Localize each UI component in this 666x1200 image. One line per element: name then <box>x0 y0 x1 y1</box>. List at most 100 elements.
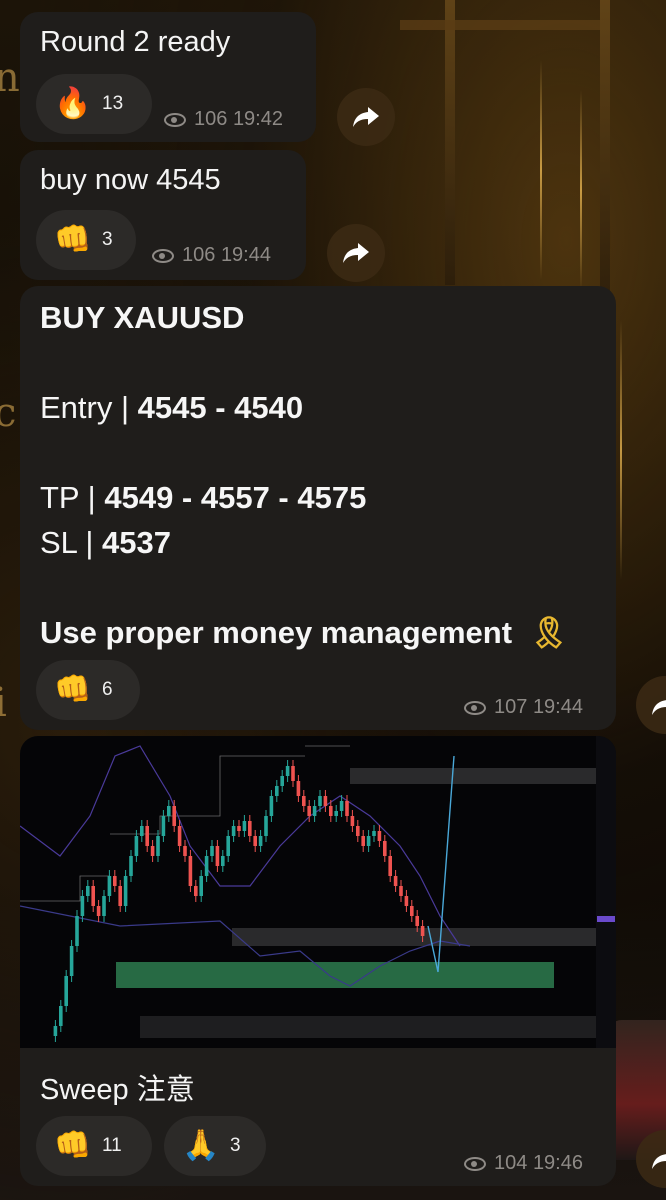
fist-icon: 👊 <box>54 223 92 256</box>
candle-body <box>64 976 68 1006</box>
reaction-button[interactable]: 👊 6 <box>36 660 140 720</box>
entry-line: Entry | 4545 - 4540 <box>40 390 303 426</box>
message-bubble[interactable]: buy now 4545 👊 3 106 19:44 <box>20 150 306 280</box>
message-meta: 106 19:42 <box>164 108 283 131</box>
candle-body <box>420 926 425 936</box>
candle-body <box>237 826 241 831</box>
candle-body <box>345 801 349 816</box>
message-bubble[interactable]: BUY XAUUSD Entry | 4545 - 4540 TP | 4549… <box>20 286 616 730</box>
candle-body <box>134 836 139 856</box>
candle-body <box>215 846 220 866</box>
bg-letter: i <box>0 680 7 726</box>
candle-body <box>150 846 155 856</box>
candle-body <box>275 786 279 796</box>
candle-body <box>96 906 101 916</box>
candle-body <box>253 836 257 846</box>
candle-body <box>334 811 338 816</box>
timestamp: 19:44 <box>532 696 583 718</box>
candle-body <box>296 781 301 796</box>
tp-value: 4549 - 4557 - 4575 <box>104 480 367 515</box>
entry-value: 4545 - 4540 <box>137 390 304 425</box>
entry-label: Entry | <box>40 390 138 425</box>
eye-icon <box>152 248 174 263</box>
money-note: Use proper money management 🎗 <box>40 614 569 651</box>
bg-pole <box>600 0 610 300</box>
timestamp: 19:44 <box>220 244 271 266</box>
share-arrow-icon <box>343 243 369 263</box>
candle-body <box>210 846 214 856</box>
message-bubble[interactable]: Round 2 ready 🔥 13 106 19:42 <box>20 12 316 142</box>
candle-body <box>231 826 236 836</box>
candle-body <box>264 816 268 836</box>
candle-body <box>183 846 187 856</box>
eye-icon <box>464 1156 486 1171</box>
reaction-button[interactable]: 🔥 13 <box>36 74 152 134</box>
sl-value: 4537 <box>102 525 172 560</box>
candle-body <box>269 796 274 816</box>
candle-body <box>221 856 225 866</box>
demand-zone <box>116 962 554 988</box>
candle-body <box>410 906 414 916</box>
bg-letter: c <box>0 390 17 436</box>
candle-body <box>323 796 328 806</box>
reaction-count: 11 <box>102 1135 122 1156</box>
candle-body <box>226 836 230 856</box>
price-marker <box>597 916 615 922</box>
message-text: Round 2 ready <box>40 26 231 58</box>
view-count: 106 <box>194 108 228 130</box>
candle-body <box>318 796 322 806</box>
candle-body <box>204 856 209 876</box>
reaction-button[interactable]: 👊 11 <box>36 1116 152 1176</box>
money-note-text: Use proper money management <box>40 615 513 650</box>
candle-body <box>329 806 333 816</box>
chart-image[interactable] <box>20 736 616 1048</box>
candle-body <box>350 816 355 826</box>
candle-body <box>75 916 79 946</box>
reaction-count: 6 <box>102 679 113 700</box>
candle-body <box>291 766 295 781</box>
candle-body <box>383 841 387 856</box>
reaction-button[interactable]: 👊 3 <box>36 210 136 270</box>
candle-body <box>312 806 317 816</box>
candle-body <box>361 836 365 846</box>
bg-letter: n <box>0 55 20 101</box>
candle-body <box>172 806 176 826</box>
candle-body <box>86 886 90 896</box>
candle-body <box>59 1006 63 1026</box>
fist-icon: 👊 <box>54 1129 92 1162</box>
share-button[interactable] <box>337 88 395 146</box>
bg-arm <box>400 20 600 30</box>
candle-body <box>188 856 193 886</box>
candle-body <box>248 821 252 836</box>
candle-body <box>404 896 409 906</box>
candle-body <box>69 946 74 976</box>
candles-layer <box>53 760 425 1042</box>
candle-body <box>145 826 149 846</box>
share-arrow-icon <box>353 107 379 127</box>
candle-body <box>80 896 85 916</box>
message-bubble[interactable]: Sweep 注意 👊 11 🙏 3 104 19:46 <box>20 736 616 1186</box>
reaction-button[interactable]: 🙏 3 <box>164 1116 266 1176</box>
share-button[interactable] <box>327 224 385 282</box>
view-count: 104 <box>494 1152 528 1174</box>
candle-body <box>129 856 133 876</box>
candle-body <box>199 876 203 896</box>
supply-zone <box>350 768 600 784</box>
timestamp: 19:46 <box>532 1152 583 1174</box>
zone-low <box>140 1016 596 1038</box>
ribbon-icon: 🎗 <box>529 615 569 650</box>
view-count: 106 <box>182 244 216 266</box>
view-count: 107 <box>494 696 528 718</box>
candle-body <box>123 876 128 906</box>
candle-body <box>242 821 247 831</box>
bg-pole <box>445 0 455 285</box>
fist-icon: 👊 <box>54 673 92 706</box>
share-button[interactable] <box>636 676 666 734</box>
image-caption: Sweep 注意 <box>40 1074 195 1106</box>
eye-icon <box>464 700 486 715</box>
candle-body <box>258 836 263 846</box>
candle-body <box>372 831 376 836</box>
candle-body <box>393 876 398 886</box>
candle-body <box>415 916 419 926</box>
fire-icon: 🔥 <box>54 87 92 120</box>
